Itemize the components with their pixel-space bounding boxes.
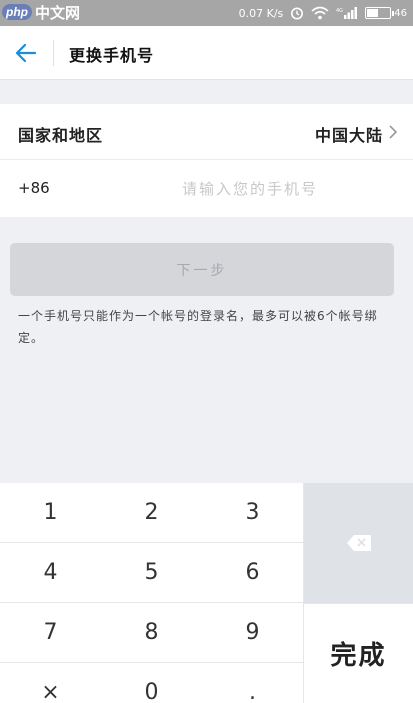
status-indicators: 0.07 K/s 4G 46 — [239, 0, 407, 26]
numeric-keypad: 1 2 3 4 5 6 7 8 9 × 0 . 完成 — [0, 483, 413, 703]
key-9[interactable]: 9 — [202, 603, 304, 663]
wifi-icon — [311, 6, 329, 20]
key-dot[interactable]: . — [202, 663, 304, 703]
logo-text: 中文网 — [35, 3, 81, 22]
key-8[interactable]: 8 — [101, 603, 203, 663]
country-code: +86 — [18, 179, 50, 197]
site-logo: php 中文网 — [2, 1, 80, 23]
chevron-right-icon — [389, 125, 398, 139]
logo-php: php — [2, 4, 32, 20]
key-6[interactable]: 6 — [202, 543, 304, 603]
title-divider — [53, 40, 54, 66]
key-multiply[interactable]: × — [0, 663, 102, 703]
region-selector[interactable]: 国家和地区 中国大陆 — [0, 104, 413, 160]
region-label: 国家和地区 — [18, 126, 104, 145]
backspace-icon — [346, 535, 371, 551]
net-speed-unit: K/s — [266, 6, 284, 20]
done-key[interactable]: 完成 — [304, 603, 413, 703]
battery-icon — [365, 7, 395, 19]
phone-row: +86 — [0, 161, 413, 217]
key-4[interactable]: 4 — [0, 543, 102, 603]
status-bar: php 中文网 0.07 K/s 4G 46 — [0, 0, 413, 26]
battery-level: 46 — [394, 7, 407, 19]
battery-fill — [367, 9, 379, 17]
region-value: 中国大陆 — [314, 126, 383, 145]
svg-text:4G: 4G — [336, 8, 343, 14]
phone-input[interactable] — [100, 173, 400, 205]
key-3[interactable]: 3 — [202, 483, 304, 543]
key-2[interactable]: 2 — [101, 483, 203, 543]
form-card: 国家和地区 中国大陆 +86 — [0, 104, 413, 217]
key-1[interactable]: 1 — [0, 483, 102, 543]
hint-text: 一个手机号只能作为一个帐号的登录名，最多可以被6个帐号绑定。 — [18, 309, 378, 345]
page-title: 更换手机号 — [69, 46, 155, 65]
arrow-left-icon — [15, 43, 37, 63]
next-button[interactable]: 下一步 — [10, 243, 394, 296]
back-button[interactable] — [12, 39, 40, 67]
signal-icon: 4G — [336, 6, 358, 20]
key-5[interactable]: 5 — [101, 543, 203, 603]
key-7[interactable]: 7 — [0, 603, 102, 663]
net-speed-value: 0.07 — [238, 6, 264, 20]
key-0[interactable]: 0 — [101, 663, 203, 703]
title-bar: 更换手机号 — [0, 26, 413, 80]
net-speed: 0.07 K/s — [239, 7, 284, 20]
alarm-icon — [290, 6, 304, 20]
delete-key[interactable] — [304, 483, 413, 603]
